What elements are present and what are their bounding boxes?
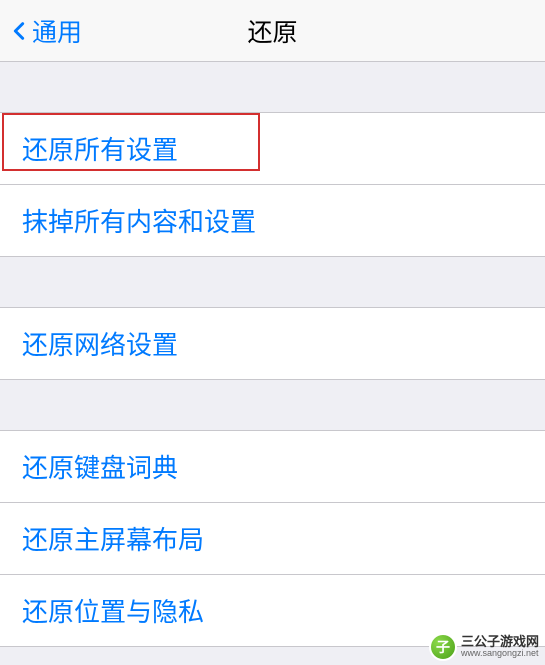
reset-home-layout[interactable]: 还原主屏幕布局: [0, 503, 545, 575]
erase-all-content[interactable]: 抹掉所有内容和设置: [0, 185, 545, 257]
reset-all-settings[interactable]: 还原所有设置: [0, 112, 545, 185]
list-item-label: 还原主屏幕布局: [22, 525, 204, 555]
reset-keyboard-dict[interactable]: 还原键盘词典: [0, 430, 545, 503]
reset-network[interactable]: 还原网络设置: [0, 307, 545, 380]
watermark: 子 三公子游戏网 www.sangongzi.net: [429, 633, 539, 661]
watermark-cn: 三公子游戏网: [461, 635, 539, 649]
list-item-label: 还原所有设置: [22, 135, 178, 165]
list-item-label: 抹掉所有内容和设置: [22, 207, 256, 237]
watermark-en: www.sangongzi.net: [461, 649, 539, 659]
section-gap: [0, 380, 545, 430]
navbar: 通用 还原: [0, 0, 545, 62]
section-gap: [0, 257, 545, 307]
back-button[interactable]: 通用: [0, 13, 82, 49]
section-gap: [0, 62, 545, 112]
watermark-logo-icon: 子: [429, 633, 457, 661]
chevron-left-icon: [8, 20, 30, 42]
list-item-label: 还原网络设置: [22, 330, 178, 360]
list-item-label: 还原位置与隐私: [22, 597, 204, 627]
back-label: 通用: [32, 13, 82, 49]
list-item-label: 还原键盘词典: [22, 453, 178, 483]
watermark-text: 三公子游戏网 www.sangongzi.net: [461, 635, 539, 659]
